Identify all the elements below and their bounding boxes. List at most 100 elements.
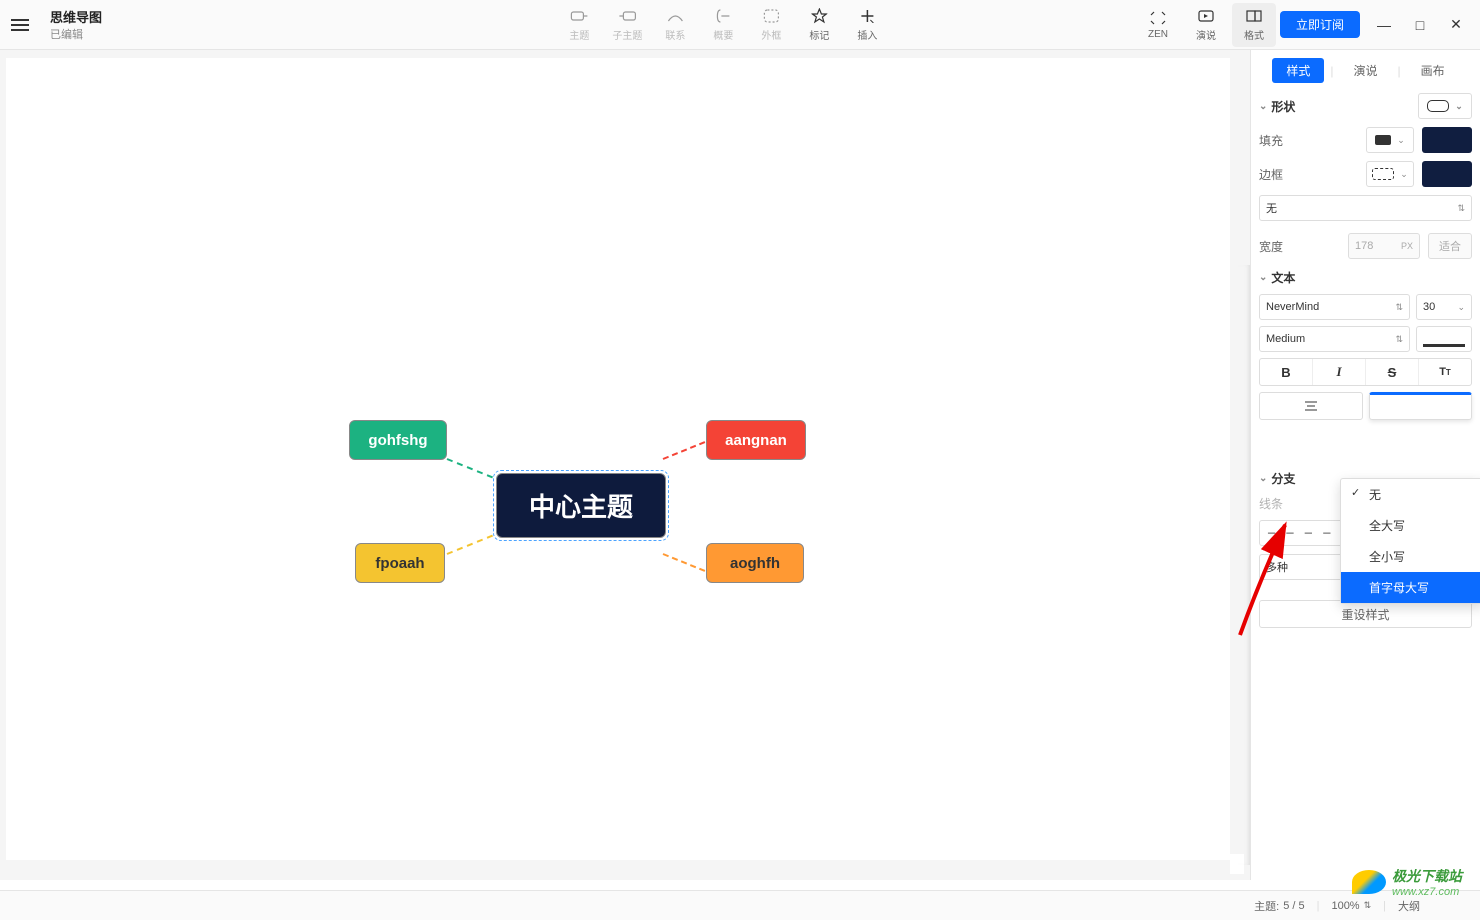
boundary-icon [762, 7, 780, 25]
line-label: 线条 [1259, 495, 1287, 512]
separator: | [1398, 64, 1401, 78]
scrollbar-vertical[interactable] [1230, 58, 1244, 854]
menu-item-lowercase[interactable]: 全小写 [1341, 541, 1480, 572]
tool-topic[interactable]: 主题 [557, 3, 601, 47]
tool-label: ZEN [1148, 29, 1168, 40]
text-align-dropdown[interactable] [1259, 392, 1363, 420]
border-label: 边框 [1259, 166, 1287, 183]
minimize-button[interactable]: — [1376, 17, 1392, 33]
tool-boundary[interactable]: 外框 [749, 3, 793, 47]
node-red[interactable]: aangnan [706, 420, 806, 460]
section-text[interactable]: ⌄ 文本 [1259, 269, 1472, 286]
fill-label: 填充 [1259, 132, 1287, 149]
tab-present[interactable]: 演说 [1339, 58, 1391, 83]
panel-tabs: 样式 | 演说 | 画布 [1259, 58, 1472, 83]
section-label: 文本 [1271, 269, 1295, 286]
status-zoom[interactable]: 100% ⇅ [1331, 900, 1371, 912]
dropdown-value: NeverMind [1266, 301, 1319, 313]
watermark: 极光下载站 www.xz7.com [1352, 866, 1462, 898]
width-input[interactable]: 178 PX [1348, 233, 1420, 259]
plus-icon [858, 7, 876, 25]
tool-zen[interactable]: ZEN [1136, 3, 1180, 47]
status-topic: 主题: 5 / 5 [1254, 898, 1304, 914]
font-weight-dropdown[interactable]: Medium ⇅ [1259, 326, 1410, 352]
menu-item-uppercase[interactable]: 全大写 [1341, 510, 1480, 541]
center-node[interactable]: 中心主题 [496, 473, 666, 538]
dropdown-value: 无 [1266, 200, 1277, 216]
input-unit: PX [1401, 241, 1413, 251]
status-label: 主题: [1254, 898, 1279, 914]
zen-icon [1149, 9, 1167, 27]
format-icon [1245, 7, 1263, 25]
star-icon [810, 7, 828, 25]
connector [447, 458, 503, 482]
reset-style-button[interactable]: 重设样式 [1259, 600, 1472, 628]
section-label: 分支 [1271, 470, 1295, 487]
chevron-down-icon: ⌄ [1259, 101, 1267, 112]
section-label: 形状 [1271, 98, 1295, 115]
strikethrough-button[interactable]: S [1366, 359, 1419, 385]
separator: | [1317, 900, 1320, 912]
watermark-icon [1352, 870, 1386, 894]
scrollbar-horizontal[interactable] [6, 860, 1230, 874]
italic-button[interactable]: I [1313, 359, 1366, 385]
font-size-dropdown[interactable]: 30 ⌄ [1416, 294, 1472, 320]
border-color-swatch[interactable] [1422, 161, 1472, 187]
tool-present[interactable]: 演说 [1184, 3, 1228, 47]
maximize-button[interactable]: □ [1412, 17, 1428, 33]
present-icon [1197, 7, 1215, 25]
shape-selector[interactable]: ⌄ [1418, 93, 1472, 119]
fill-color-swatch[interactable] [1422, 127, 1472, 153]
menu-item-none[interactable]: 无 [1341, 479, 1480, 510]
close-button[interactable]: ✕ [1448, 17, 1464, 33]
chevron-down-icon: ⌄ [1259, 272, 1267, 283]
node-green[interactable]: gohfshg [349, 420, 447, 460]
subtopic-icon [618, 7, 636, 25]
topic-icon [570, 7, 588, 25]
section-shape[interactable]: ⌄ 形状 ⌄ [1259, 93, 1472, 119]
bold-button[interactable]: B [1260, 359, 1313, 385]
text-case-menu: 无 全大写 全小写 首字母大写 [1340, 478, 1480, 604]
summary-icon [714, 7, 732, 25]
tab-style[interactable]: 样式 [1272, 58, 1324, 83]
fill-style-dropdown[interactable]: ⌄ [1366, 127, 1414, 153]
doc-title: 思维导图 [50, 7, 102, 26]
stepper-icon: ⇅ [1395, 334, 1403, 345]
statusbar: 主题: 5 / 5 | 100% ⇅ | 大纲 [0, 890, 1480, 920]
color-underline-icon [1423, 344, 1465, 347]
text-case-button[interactable]: TT [1419, 359, 1471, 385]
tool-label: 演说 [1196, 27, 1216, 42]
tool-summary[interactable]: 概要 [701, 3, 745, 47]
status-outline[interactable]: 大纲 [1398, 898, 1420, 914]
dropdown-value: Medium [1266, 333, 1305, 345]
tool-label: 外框 [761, 27, 781, 42]
tool-marker[interactable]: 标记 [797, 3, 841, 47]
font-color-dropdown[interactable] [1416, 326, 1472, 352]
tool-format[interactable]: 格式 [1232, 3, 1276, 47]
width-label: 宽度 [1259, 238, 1287, 255]
node-orange[interactable]: aoghfh [706, 543, 804, 583]
status-value: 5 / 5 [1283, 900, 1304, 912]
right-panel: 样式 | 演说 | 画布 ⌄ 形状 ⌄ 填充 ⌄ 边框 ⌄ [1250, 50, 1480, 880]
subscribe-button[interactable]: 立即订阅 [1280, 11, 1360, 38]
tool-subtopic[interactable]: 子主题 [605, 3, 649, 47]
tab-canvas[interactable]: 画布 [1407, 58, 1459, 83]
tool-insert[interactable]: 插入 [845, 3, 889, 47]
font-family-dropdown[interactable]: NeverMind ⇅ [1259, 294, 1410, 320]
stepper-icon: ⇅ [1457, 203, 1465, 214]
tool-relation[interactable]: 联系 [653, 3, 697, 47]
tool-label: 联系 [665, 27, 685, 42]
chevron-down-icon: ⌄ [1259, 473, 1267, 484]
window-controls: — □ ✕ [1376, 17, 1464, 33]
text-transform-dropdown[interactable] [1369, 392, 1473, 420]
menu-button[interactable] [0, 5, 40, 45]
menu-item-capitalize[interactable]: 首字母大写 [1341, 572, 1480, 603]
connector [447, 531, 503, 555]
canvas[interactable]: 中心主题 gohfshg fpoaah aangnan aoghfh [0, 50, 1250, 880]
border-style-dropdown[interactable]: ⌄ [1366, 161, 1414, 187]
dropdown-value: 多种 [1266, 559, 1288, 575]
node-yellow[interactable]: fpoaah [355, 543, 445, 583]
chevron-down-icon: ⌄ [1457, 302, 1465, 313]
border-width-dropdown[interactable]: 无 ⇅ [1259, 195, 1472, 221]
fit-button[interactable]: 适合 [1428, 233, 1472, 259]
